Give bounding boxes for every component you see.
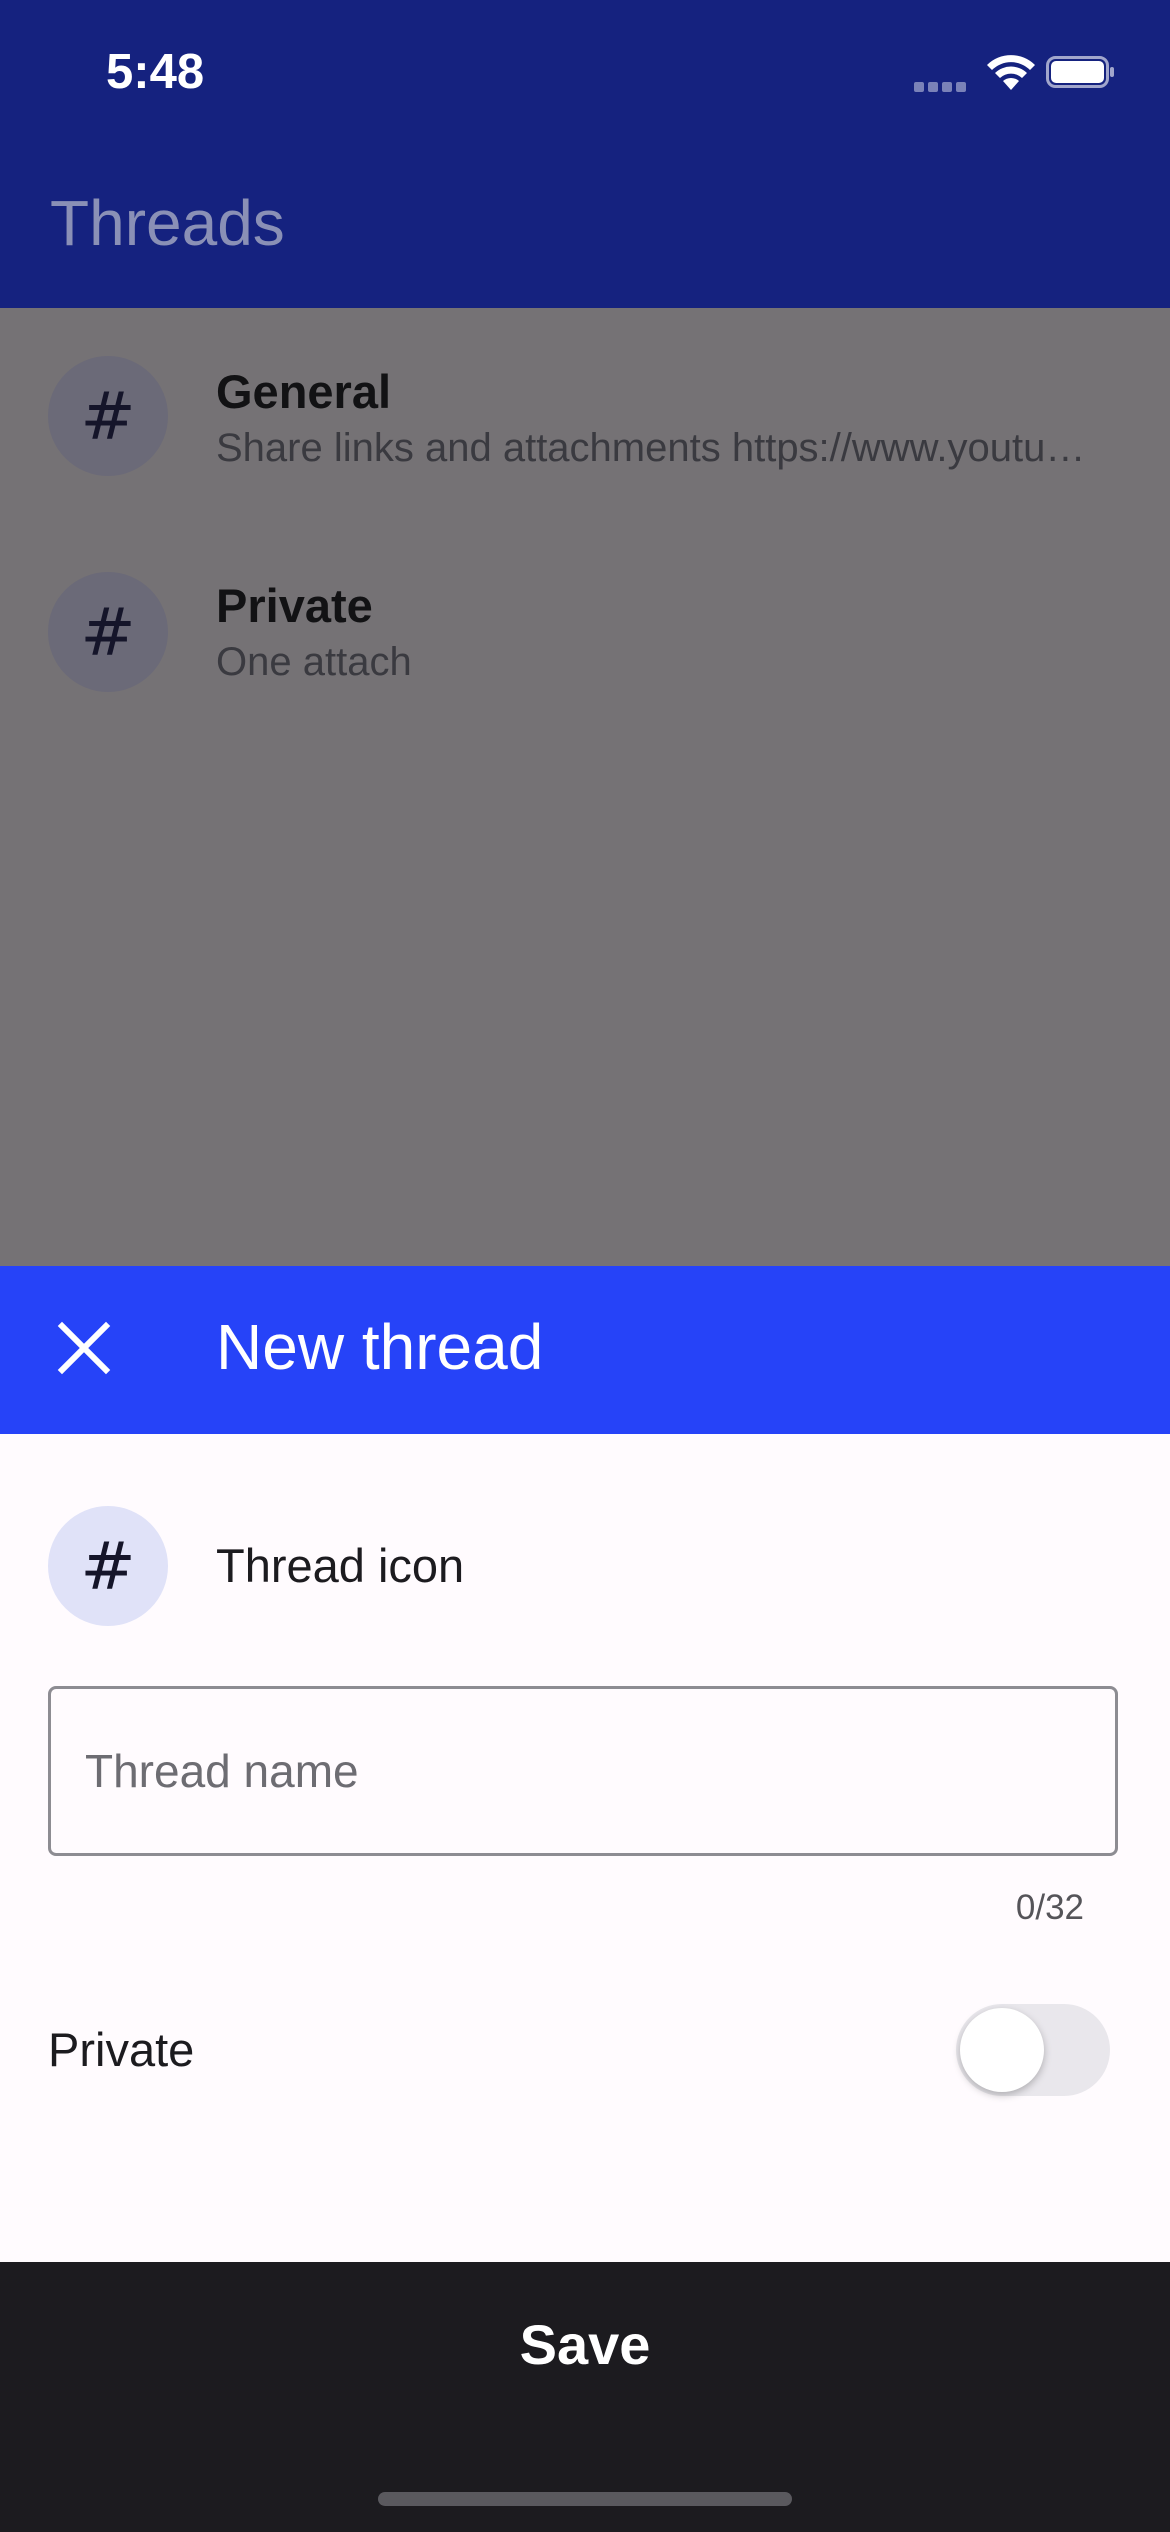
sheet-title: New thread: [216, 1311, 544, 1383]
thread-icon-picker[interactable]: #: [48, 1506, 168, 1626]
save-button[interactable]: Save: [0, 2262, 1170, 2426]
private-label: Private: [48, 2023, 195, 2076]
private-toggle[interactable]: [956, 2004, 1110, 2096]
close-icon[interactable]: [54, 1318, 114, 1378]
thread-name-field: [48, 1686, 1118, 1856]
toggle-knob: [960, 2008, 1044, 2092]
status-time: 5:48: [106, 45, 205, 99]
save-bar: Save: [0, 2262, 1170, 2532]
list-item[interactable]: # Private One attach: [0, 522, 1170, 722]
battery-icon: [1046, 56, 1114, 88]
thread-icon-label: Thread icon: [216, 1539, 465, 1592]
thread-list: # General Share links and attachments ht…: [0, 308, 1170, 1266]
thread-preview: Share links and attachments https://www.…: [216, 426, 1106, 470]
hash-icon: #: [48, 572, 168, 692]
app-header: 5:48 Threads: [0, 0, 1170, 308]
home-indicator: [378, 2492, 792, 2506]
list-item[interactable]: # General Share links and attachments ht…: [0, 308, 1170, 508]
new-thread-form: # Thread icon 0/32 Private: [0, 1434, 1170, 2262]
thread-name: General: [216, 365, 392, 418]
sheet-header: New thread: [0, 1266, 1170, 1434]
thread-name: Private: [216, 579, 373, 632]
thread-preview: One attach: [216, 640, 412, 684]
page-title: Threads: [50, 187, 285, 259]
hash-icon: #: [48, 356, 168, 476]
character-counter: 0/32: [1015, 1888, 1084, 1927]
thread-name-input[interactable]: [85, 1689, 1085, 1853]
cellular-signal-icon: [914, 82, 968, 92]
wifi-icon: [987, 55, 1035, 90]
